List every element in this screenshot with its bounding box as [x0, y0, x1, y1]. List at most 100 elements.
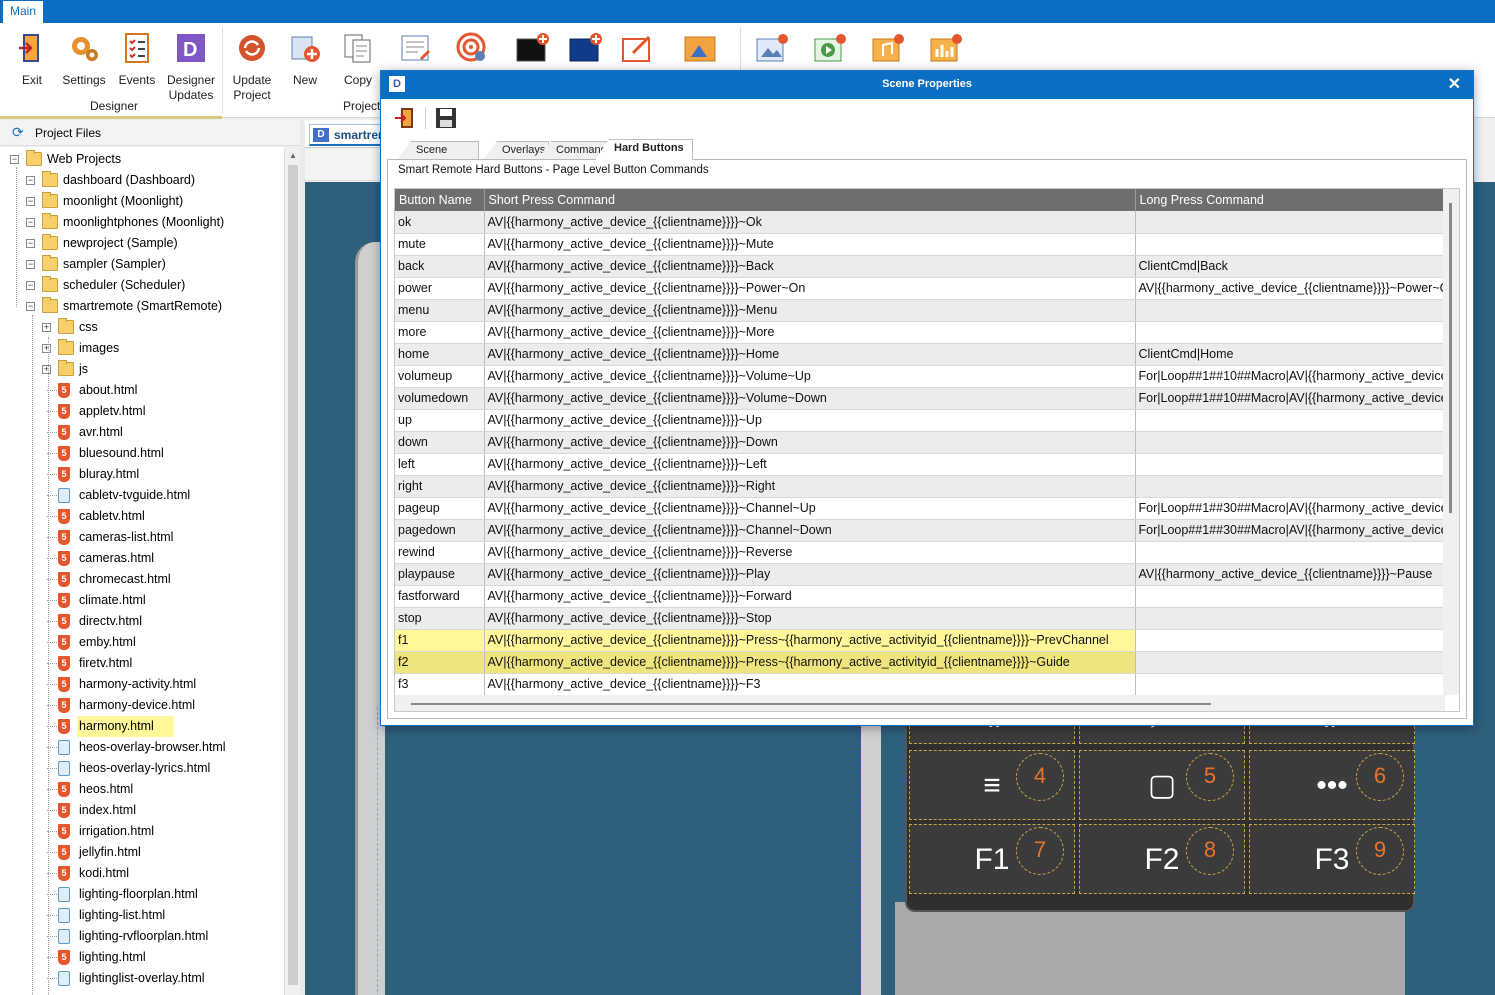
cell-button-name[interactable]: rewind [395, 541, 485, 564]
cell-short-press[interactable]: AV|{{harmony_active_device_{{clientname}… [484, 299, 1136, 322]
video-search-button[interactable] [810, 31, 850, 73]
cell-long-press[interactable] [1135, 541, 1446, 564]
tree-file[interactable]: 5 harmony-activity.html [0, 674, 284, 695]
tree-file[interactable]: 5 appletv.html [0, 401, 284, 422]
cell-button-name[interactable]: menu [395, 299, 485, 322]
cell-short-press[interactable]: AV|{{harmony_active_device_{{clientname}… [484, 607, 1136, 630]
save-button[interactable] [433, 105, 459, 131]
tree-folder[interactable]: − sampler (Sampler) [0, 254, 284, 275]
tree-folder[interactable]: + js [0, 359, 284, 380]
table-row[interactable]: back AV|{{harmony_active_device_{{clientn… [395, 255, 1446, 278]
cell-short-press[interactable]: AV|{{harmony_active_device_{{clientname}… [484, 211, 1136, 234]
table-row[interactable]: up AV|{{harmony_active_device_{{clientnam… [395, 409, 1446, 432]
table-row[interactable]: ok AV|{{harmony_active_device_{{clientnam… [395, 211, 1446, 234]
cell-button-name[interactable]: f3 [395, 673, 485, 696]
tree-file[interactable]: 5 cameras.html [0, 548, 284, 569]
cell-long-press[interactable] [1135, 453, 1446, 476]
cell-button-name[interactable]: right [395, 475, 485, 498]
tree-file[interactable]: 5 about.html [0, 380, 284, 401]
cell-long-press[interactable]: For|Loop##1##30##Macro|AV|{{harmony_acti… [1135, 497, 1446, 520]
hard-buttons-grid[interactable]: Button Name Short Press Command Long Pre… [394, 188, 1460, 712]
designer-updates-button[interactable]: D Designer Updates [164, 31, 218, 103]
cell-short-press[interactable]: AV|{{harmony_active_device_{{clientname}… [484, 519, 1136, 542]
scroll-thumb[interactable] [288, 165, 298, 985]
cell-short-press[interactable]: AV|{{harmony_active_device_{{clientname}… [484, 629, 1136, 652]
cell-long-press[interactable] [1135, 585, 1446, 608]
cell-short-press[interactable]: AV|{{harmony_active_device_{{clientname}… [484, 475, 1136, 498]
expand-toggle-icon[interactable]: + [42, 365, 51, 374]
table-row[interactable]: fastforward AV|{{harmony_active_device_{{… [395, 585, 1446, 608]
expand-toggle-icon[interactable]: − [26, 176, 35, 185]
cell-button-name[interactable]: mute [395, 233, 485, 256]
cell-short-press[interactable]: AV|{{harmony_active_device_{{clientname}… [484, 453, 1136, 476]
expand-toggle-icon[interactable]: − [10, 155, 19, 164]
tree-file[interactable]: heos-overlay-lyrics.html [0, 758, 284, 779]
tree-file[interactable]: 5 emby.html [0, 632, 284, 653]
cell-short-press[interactable]: AV|{{harmony_active_device_{{clientname}… [484, 585, 1136, 608]
tree-file[interactable]: 5 cabletv.html [0, 506, 284, 527]
cell-short-press[interactable]: AV|{{harmony_active_device_{{clientname}… [484, 673, 1136, 696]
cell-short-press[interactable]: AV|{{harmony_active_device_{{clientname}… [484, 343, 1136, 366]
cell-long-press[interactable]: ClientCmd|Back [1135, 255, 1446, 278]
table-row[interactable]: pageup AV|{{harmony_active_device_{{clien… [395, 497, 1446, 520]
image-button[interactable] [680, 31, 720, 73]
cell-short-press[interactable]: AV|{{harmony_active_device_{{clientname}… [484, 431, 1136, 454]
cell-button-name[interactable]: down [395, 431, 485, 454]
cell-button-name[interactable]: left [395, 453, 485, 476]
remote-key[interactable]: F3 9 [1249, 824, 1415, 894]
cell-short-press[interactable]: AV|{{harmony_active_device_{{clientname}… [484, 233, 1136, 256]
table-row[interactable]: left AV|{{harmony_active_device_{{clientn… [395, 453, 1446, 476]
tree-file[interactable]: 5 avr.html [0, 422, 284, 443]
table-row[interactable]: volumeup AV|{{harmony_active_device_{{cli… [395, 365, 1446, 388]
cell-long-press[interactable]: AV|{{harmony_active_device_{{clientname}… [1135, 277, 1446, 300]
project-tree[interactable]: − Web Projects − dashboard (Dashboard) − moon… [0, 147, 284, 995]
update-project-button[interactable]: Update Project [228, 31, 276, 103]
table-row[interactable]: mute AV|{{harmony_active_device_{{clientn… [395, 233, 1446, 256]
table-row[interactable]: home AV|{{harmony_active_device_{{clientn… [395, 343, 1446, 366]
tree-file[interactable]: 5 index.html [0, 800, 284, 821]
table-row[interactable]: playpause AV|{{harmony_active_device_{{cl… [395, 563, 1446, 586]
tree-scrollbar[interactable]: ▲ [284, 147, 300, 995]
table-row[interactable]: right AV|{{harmony_active_device_{{client… [395, 475, 1446, 498]
events-button[interactable]: Events [114, 31, 160, 88]
cell-long-press[interactable] [1135, 607, 1446, 630]
tab-scene-props[interactable]: Scene Props [397, 141, 479, 160]
cell-button-name[interactable]: volumeup [395, 365, 485, 388]
target-button[interactable] [452, 31, 492, 73]
tree-folder[interactable]: − dashboard (Dashboard) [0, 170, 284, 191]
tree-file[interactable]: 5 harmony-device.html [0, 695, 284, 716]
scroll-up-icon[interactable]: ▲ [289, 151, 297, 160]
cell-button-name[interactable]: playpause [395, 563, 485, 586]
column-header-short-press[interactable]: Short Press Command [484, 189, 1136, 211]
remote-key[interactable]: ≡ 4 [909, 750, 1075, 820]
remote-key[interactable]: F2 8 [1079, 824, 1245, 894]
tab-overlays[interactable]: Overlays [483, 141, 549, 160]
cell-button-name[interactable]: volumedown [395, 387, 485, 410]
cell-long-press[interactable] [1135, 431, 1446, 454]
table-row[interactable]: f3 AV|{{harmony_active_device_{{clientnam… [395, 673, 1446, 696]
tree-file[interactable]: 5 chromecast.html [0, 569, 284, 590]
exit-button[interactable]: Exit [12, 31, 52, 88]
tree-file[interactable]: 5 bluray.html [0, 464, 284, 485]
cell-long-press[interactable]: For|Loop##1##10##Macro|AV|{{harmony_acti… [1135, 365, 1446, 388]
scroll-thumb[interactable] [1449, 203, 1452, 513]
tree-folder[interactable]: − Web Projects [0, 149, 284, 170]
expand-toggle-icon[interactable]: − [26, 302, 35, 311]
settings-button[interactable]: Settings [60, 31, 108, 88]
grid-vertical-scrollbar[interactable] [1443, 189, 1459, 695]
cell-short-press[interactable]: AV|{{harmony_active_device_{{clientname}… [484, 277, 1136, 300]
table-row[interactable]: rewind AV|{{harmony_active_device_{{clien… [395, 541, 1446, 564]
tree-folder[interactable]: − moonlightphones (Moonlight) [0, 212, 284, 233]
tree-file[interactable]: heos-overlay-browser.html [0, 737, 284, 758]
cell-short-press[interactable]: AV|{{harmony_active_device_{{clientname}… [484, 409, 1136, 432]
tree-file[interactable]: lighting-rvfloorplan.html [0, 926, 284, 947]
remote-key[interactable]: F1 7 [909, 824, 1075, 894]
cell-short-press[interactable]: AV|{{harmony_active_device_{{clientname}… [484, 255, 1136, 278]
image-search-button[interactable] [752, 31, 792, 73]
cell-long-press[interactable] [1135, 321, 1446, 344]
remote-key[interactable]: ••• 6 [1249, 750, 1415, 820]
table-row[interactable]: menu AV|{{harmony_active_device_{{clientn… [395, 299, 1446, 322]
tree-folder[interactable]: − newproject (Sample) [0, 233, 284, 254]
tree-file[interactable]: 5 jellyfin.html [0, 842, 284, 863]
cell-button-name[interactable]: home [395, 343, 485, 366]
